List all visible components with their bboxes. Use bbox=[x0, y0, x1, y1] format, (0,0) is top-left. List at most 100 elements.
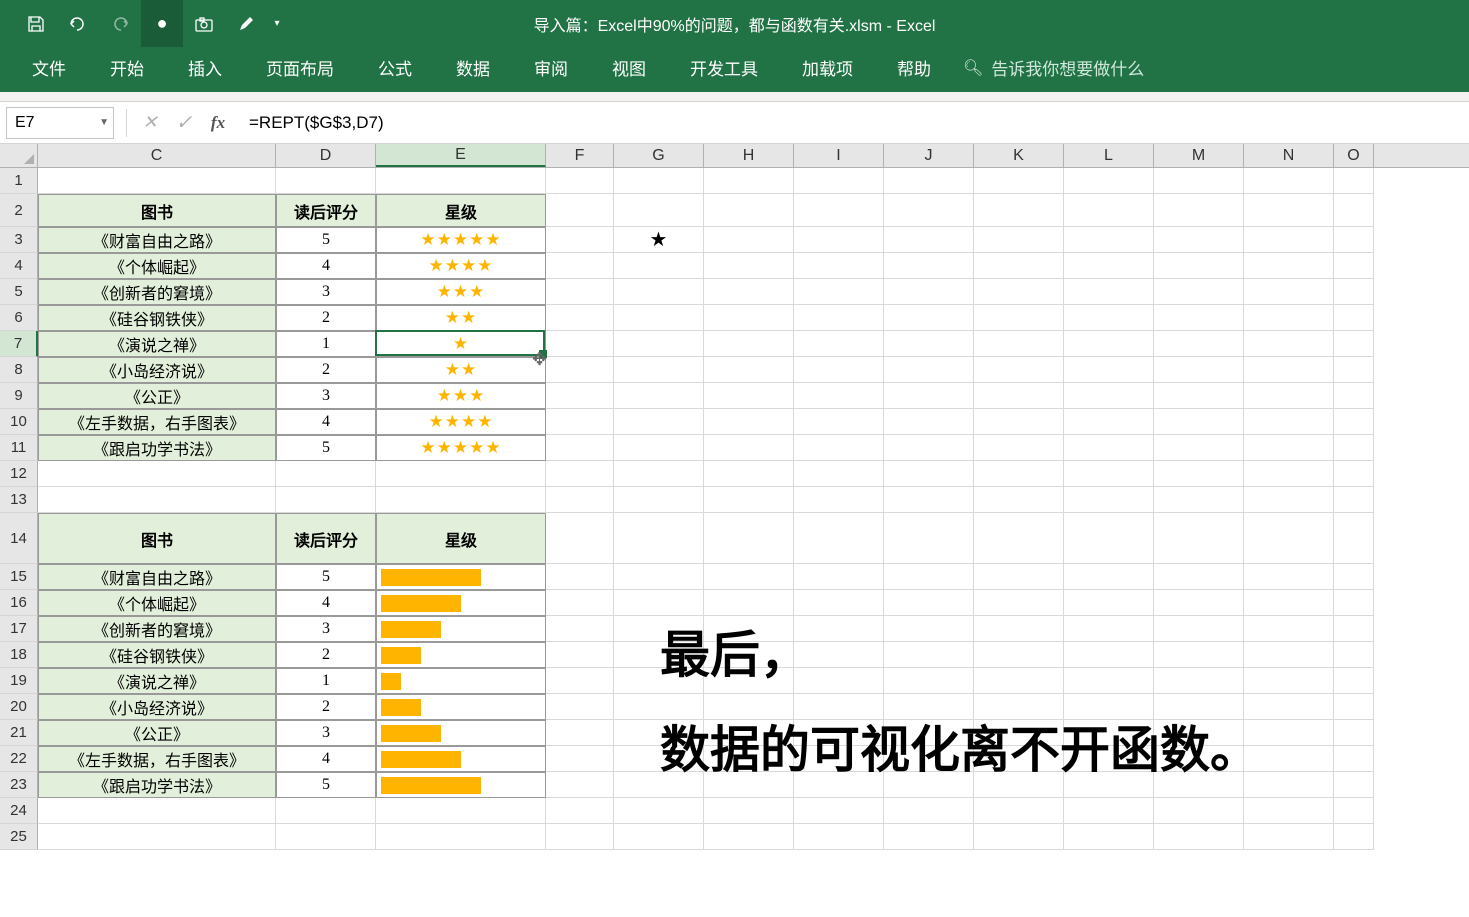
save-icon[interactable] bbox=[15, 0, 57, 47]
row-header-24[interactable]: 24 bbox=[0, 798, 38, 824]
cell-E9[interactable]: ★★★ bbox=[376, 383, 546, 409]
row-header-23[interactable]: 23 bbox=[0, 772, 38, 798]
cell-F10[interactable] bbox=[546, 409, 614, 435]
cell-G3[interactable]: ★ bbox=[614, 227, 704, 253]
cell-E23[interactable] bbox=[376, 772, 546, 798]
qat-customize-icon[interactable]: ▾ bbox=[267, 0, 287, 47]
cell-O8[interactable] bbox=[1334, 357, 1374, 383]
cell-D11[interactable]: 5 bbox=[276, 435, 376, 461]
cell-C17[interactable]: 《创新者的窘境》 bbox=[38, 616, 276, 642]
col-header-i[interactable]: I bbox=[794, 144, 884, 167]
cell-I13[interactable] bbox=[794, 487, 884, 513]
cell-C6[interactable]: 《硅谷钢铁侠》 bbox=[38, 305, 276, 331]
cell-E2[interactable]: 星级 bbox=[376, 194, 546, 227]
cell-D12[interactable] bbox=[276, 461, 376, 487]
tab-help[interactable]: 帮助 bbox=[875, 43, 953, 92]
cell-C14[interactable]: 图书 bbox=[38, 513, 276, 564]
cell-E6[interactable]: ★★ bbox=[376, 305, 546, 331]
row-header-15[interactable]: 15 bbox=[0, 564, 38, 590]
cell-C8[interactable]: 《小岛经济说》 bbox=[38, 357, 276, 383]
cell-C5[interactable]: 《创新者的窘境》 bbox=[38, 279, 276, 305]
cell-C23[interactable]: 《跟启功学书法》 bbox=[38, 772, 276, 798]
cell-D14[interactable]: 读后评分 bbox=[276, 513, 376, 564]
cell-C3[interactable]: 《财富自由之路》 bbox=[38, 227, 276, 253]
cell-G5[interactable] bbox=[614, 279, 704, 305]
tab-developer[interactable]: 开发工具 bbox=[668, 43, 780, 92]
cell-O19[interactable] bbox=[1334, 668, 1374, 694]
cell-D6[interactable]: 2 bbox=[276, 305, 376, 331]
col-header-f[interactable]: F bbox=[546, 144, 614, 167]
cell-K14[interactable] bbox=[974, 513, 1064, 564]
cell-O5[interactable] bbox=[1334, 279, 1374, 305]
cell-K3[interactable] bbox=[974, 227, 1064, 253]
camera-icon[interactable] bbox=[183, 0, 225, 47]
cell-I6[interactable] bbox=[794, 305, 884, 331]
cell-C1[interactable] bbox=[38, 168, 276, 194]
cell-H5[interactable] bbox=[704, 279, 794, 305]
cell-F18[interactable] bbox=[546, 642, 614, 668]
col-header-e[interactable]: E bbox=[376, 144, 546, 167]
cell-O3[interactable] bbox=[1334, 227, 1374, 253]
cell-D3[interactable]: 5 bbox=[276, 227, 376, 253]
cell-O25[interactable] bbox=[1334, 824, 1374, 850]
cell-E3[interactable]: ★★★★★ bbox=[376, 227, 546, 253]
tab-insert[interactable]: 插入 bbox=[166, 43, 244, 92]
cell-N7[interactable] bbox=[1244, 331, 1334, 357]
cell-K11[interactable] bbox=[974, 435, 1064, 461]
cell-K13[interactable] bbox=[974, 487, 1064, 513]
cell-L14[interactable] bbox=[1064, 513, 1154, 564]
col-header-o[interactable]: O bbox=[1334, 144, 1374, 167]
cell-F7[interactable] bbox=[546, 331, 614, 357]
cell-F2[interactable] bbox=[546, 194, 614, 227]
tab-file[interactable]: 文件 bbox=[10, 43, 88, 92]
cell-O24[interactable] bbox=[1334, 798, 1374, 824]
cell-O4[interactable] bbox=[1334, 253, 1374, 279]
cell-D19[interactable]: 1 bbox=[276, 668, 376, 694]
cell-D18[interactable]: 2 bbox=[276, 642, 376, 668]
cell-L5[interactable] bbox=[1064, 279, 1154, 305]
cell-K5[interactable] bbox=[974, 279, 1064, 305]
tab-addins[interactable]: 加载项 bbox=[780, 43, 875, 92]
cell-L24[interactable] bbox=[1064, 798, 1154, 824]
cell-J5[interactable] bbox=[884, 279, 974, 305]
cell-O9[interactable] bbox=[1334, 383, 1374, 409]
cell-N11[interactable] bbox=[1244, 435, 1334, 461]
row-header-13[interactable]: 13 bbox=[0, 487, 38, 513]
cell-L7[interactable] bbox=[1064, 331, 1154, 357]
row-header-19[interactable]: 19 bbox=[0, 668, 38, 694]
cell-K8[interactable] bbox=[974, 357, 1064, 383]
cell-E19[interactable] bbox=[376, 668, 546, 694]
cell-L25[interactable] bbox=[1064, 824, 1154, 850]
cell-H13[interactable] bbox=[704, 487, 794, 513]
cell-J9[interactable] bbox=[884, 383, 974, 409]
cell-O18[interactable] bbox=[1334, 642, 1374, 668]
cell-C18[interactable]: 《硅谷钢铁侠》 bbox=[38, 642, 276, 668]
cell-H24[interactable] bbox=[704, 798, 794, 824]
undo-icon[interactable] bbox=[57, 0, 99, 47]
cell-H11[interactable] bbox=[704, 435, 794, 461]
cell-D10[interactable]: 4 bbox=[276, 409, 376, 435]
cell-O7[interactable] bbox=[1334, 331, 1374, 357]
cell-G24[interactable] bbox=[614, 798, 704, 824]
cell-I3[interactable] bbox=[794, 227, 884, 253]
cell-J1[interactable] bbox=[884, 168, 974, 194]
cell-O12[interactable] bbox=[1334, 461, 1374, 487]
cell-C10[interactable]: 《左手数据，右手图表》 bbox=[38, 409, 276, 435]
cell-D1[interactable] bbox=[276, 168, 376, 194]
cell-J6[interactable] bbox=[884, 305, 974, 331]
cell-J13[interactable] bbox=[884, 487, 974, 513]
cell-F25[interactable] bbox=[546, 824, 614, 850]
cell-N1[interactable] bbox=[1244, 168, 1334, 194]
cell-G7[interactable] bbox=[614, 331, 704, 357]
cell-M3[interactable] bbox=[1154, 227, 1244, 253]
cell-M15[interactable] bbox=[1154, 564, 1244, 590]
cell-M25[interactable] bbox=[1154, 824, 1244, 850]
cell-G8[interactable] bbox=[614, 357, 704, 383]
cell-I7[interactable] bbox=[794, 331, 884, 357]
cell-I4[interactable] bbox=[794, 253, 884, 279]
cell-O10[interactable] bbox=[1334, 409, 1374, 435]
cell-C11[interactable]: 《跟启功学书法》 bbox=[38, 435, 276, 461]
cell-F5[interactable] bbox=[546, 279, 614, 305]
cell-H2[interactable] bbox=[704, 194, 794, 227]
tab-home[interactable]: 开始 bbox=[88, 43, 166, 92]
